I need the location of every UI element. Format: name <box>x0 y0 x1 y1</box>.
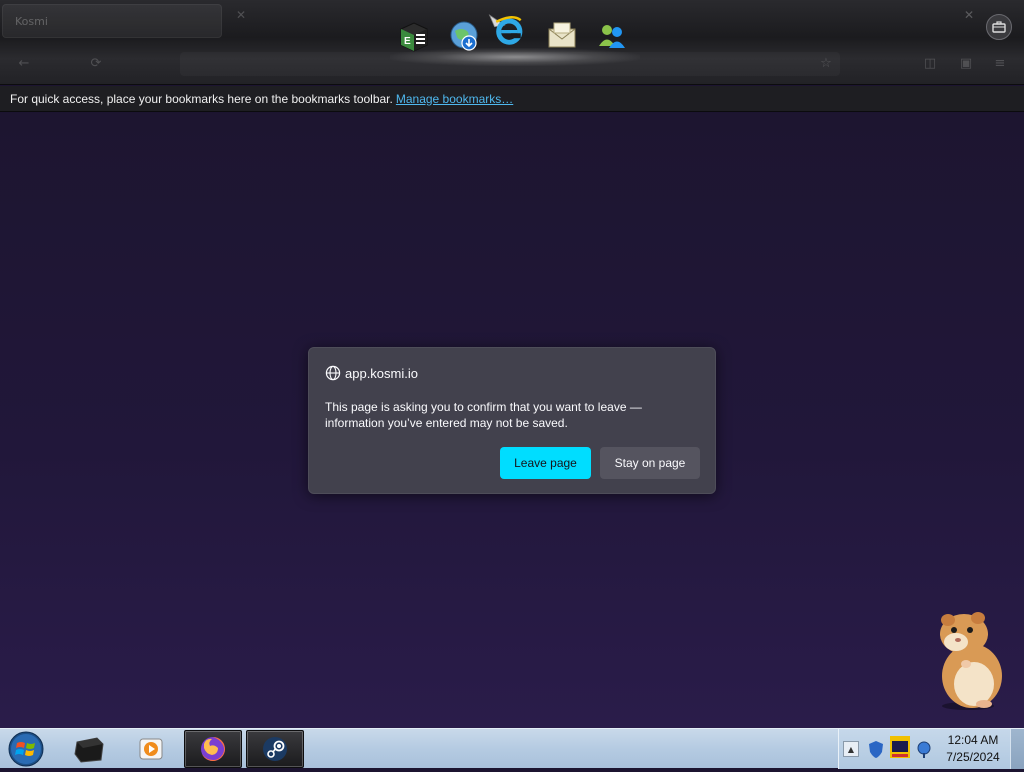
globe-icon <box>325 365 341 381</box>
bookmarks-toolbar-message: For quick access, place your bookmarks h… <box>10 91 393 106</box>
display-tray-icon[interactable] <box>889 735 911 759</box>
dialog-origin: app.kosmi.io <box>325 364 418 382</box>
bookmarks-toolbar: For quick access, place your bookmarks h… <box>0 86 1024 112</box>
extensions-icon[interactable]: ▣ <box>958 56 974 72</box>
start-button[interactable] <box>6 730 46 768</box>
spreadsheet-icon[interactable]: E <box>396 18 432 54</box>
mail-icon[interactable] <box>544 18 580 54</box>
tab-close-icon[interactable]: ✕ <box>236 8 246 22</box>
browser-chrome: Kosmi ✕ E ✕ ← ⟳ ☆ ◫ ▣ ≡ <box>0 0 1024 85</box>
steam-icon[interactable] <box>246 730 304 768</box>
taskbar: ▲ 12:04 AM 7/25/2024 <box>0 728 1024 769</box>
svg-text:E: E <box>404 36 411 47</box>
clock[interactable]: 12:04 AM 7/25/2024 <box>939 732 1007 766</box>
menu-icon[interactable]: ≡ <box>992 56 1008 72</box>
media-player-icon[interactable] <box>122 730 180 768</box>
tab-title: Kosmi <box>15 15 48 28</box>
network-tray-icon[interactable] <box>915 739 933 759</box>
tab-strip: Kosmi ✕ E ✕ <box>0 0 1024 66</box>
show-desktop-button[interactable] <box>1010 729 1024 769</box>
reload-icon[interactable]: ⟳ <box>88 56 104 72</box>
clock-time: 12:04 AM <box>947 733 999 747</box>
pocket-icon[interactable]: ◫ <box>922 56 938 72</box>
clock-date: 7/25/2024 <box>946 750 1000 764</box>
window-close-icon[interactable]: ✕ <box>964 8 974 22</box>
dark-app-icon[interactable] <box>60 730 118 768</box>
firefox-icon[interactable] <box>184 730 242 768</box>
stay-on-page-button[interactable]: Stay on page <box>600 447 700 479</box>
dialog-message: This page is asking you to confirm that … <box>325 400 642 430</box>
shield-tray-icon[interactable] <box>867 739 885 759</box>
manage-bookmarks-link[interactable]: Manage bookmarks… <box>396 92 513 106</box>
leave-page-dialog: app.kosmi.io This page is asking you to … <box>308 347 716 494</box>
hamster-image <box>926 606 1010 712</box>
internet-explorer-icon[interactable] <box>488 12 524 48</box>
browser-tab[interactable]: Kosmi <box>2 4 222 38</box>
internet-globe-icon[interactable] <box>446 18 482 54</box>
back-icon[interactable]: ← <box>16 56 32 72</box>
show-hidden-icons-icon[interactable]: ▲ <box>843 741 859 757</box>
system-tray: ▲ 12:04 AM 7/25/2024 <box>838 729 1024 769</box>
dialog-origin-text: app.kosmi.io <box>345 365 418 381</box>
leave-page-button[interactable]: Leave page <box>500 447 591 479</box>
messenger-icon[interactable] <box>594 18 630 54</box>
navigation-bar: ← ⟳ ☆ ◫ ▣ ≡ <box>0 50 1024 78</box>
url-bar[interactable] <box>180 52 840 76</box>
bookmark-star-icon[interactable]: ☆ <box>818 56 834 72</box>
briefcase-icon[interactable] <box>986 14 1012 40</box>
